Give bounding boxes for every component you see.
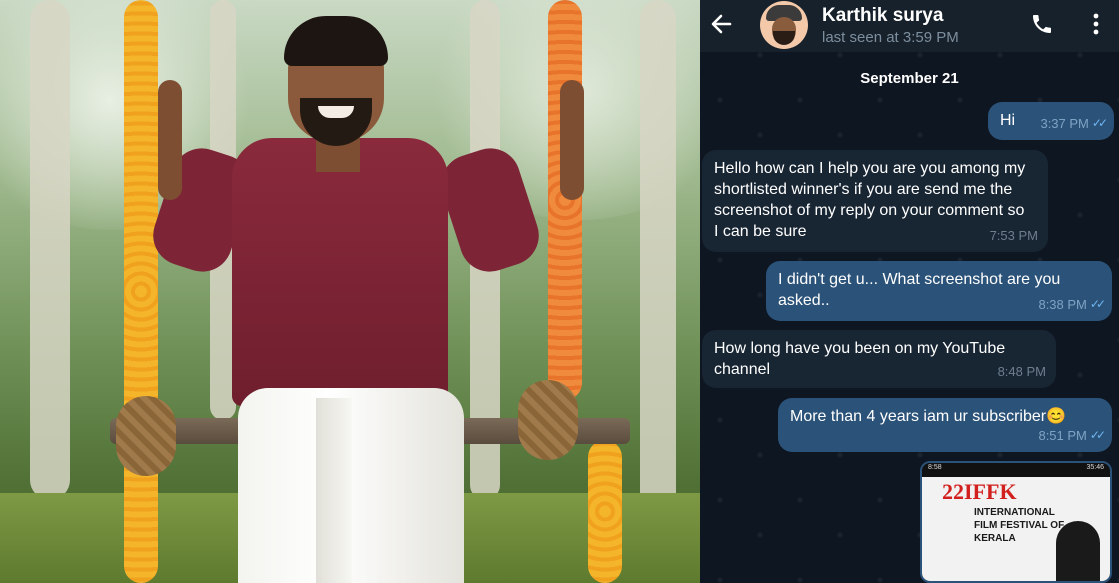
- message-meta: 3:37 PM ✓✓: [1040, 113, 1108, 134]
- message-text: How long have you been on my YouTube cha…: [714, 340, 1006, 378]
- date-divider: September 21: [860, 70, 959, 87]
- message-meta: 8:51 PM ✓✓: [1038, 425, 1106, 446]
- poster-figure: [1056, 521, 1100, 581]
- attachment-status-bar: 8:58 35:46: [922, 463, 1110, 477]
- poster-logo: 22IFFK: [942, 479, 1017, 504]
- message-time: 8:51 PM: [1038, 428, 1087, 443]
- chat-screen: Karthik surya last seen at 3:59 PM Septe…: [700, 0, 1119, 583]
- tree-trunk: [30, 0, 70, 500]
- message-text: Hi: [1000, 112, 1016, 129]
- message-outgoing[interactable]: More than 4 years iam ur subscriber😊 8:5…: [778, 398, 1112, 452]
- message-time: 8:48 PM: [997, 364, 1046, 379]
- message-time: 8:38 PM: [1038, 297, 1087, 312]
- avatar-beard: [773, 31, 795, 45]
- more-vertical-icon[interactable]: [1092, 12, 1100, 36]
- message-text: Hello how can I help you are you among m…: [714, 160, 1026, 240]
- avatar[interactable]: [760, 1, 808, 49]
- right-hand: [560, 80, 584, 200]
- maroon-shirt: [232, 138, 448, 406]
- message-time: 7:53 PM: [989, 228, 1038, 243]
- image-attachment[interactable]: 8:58 35:46 22IFFK INTERNATIONAL FILM FES…: [920, 461, 1112, 583]
- message-outgoing[interactable]: Hi 3:37 PM ✓✓: [988, 102, 1114, 140]
- message-text: I didn't get u... What screenshot are yo…: [778, 271, 1061, 309]
- double-check-icon: ✓✓: [1091, 116, 1108, 130]
- message-incoming[interactable]: Hello how can I help you are you among m…: [702, 150, 1048, 252]
- poster-line: KERALA: [974, 533, 1016, 544]
- right-arm: [433, 140, 547, 280]
- last-seen-status: last seen at 3:59 PM: [822, 29, 959, 46]
- attachment-status-time: 8:58: [928, 464, 942, 471]
- double-check-icon: ✓✓: [1089, 297, 1106, 311]
- flower-garland-left: [124, 0, 158, 583]
- left-hand: [158, 80, 182, 200]
- message-outgoing[interactable]: I didn't get u... What screenshot are yo…: [766, 261, 1112, 321]
- poster-line: INTERNATIONAL: [974, 507, 1055, 518]
- person: [145, 10, 620, 583]
- iffk-poster: 22IFFK INTERNATIONAL FILM FESTIVAL OF KE…: [922, 477, 1110, 581]
- attachment-status-right: 35:46: [1086, 464, 1104, 471]
- white-dhoti: [238, 388, 464, 583]
- message-incoming[interactable]: How long have you been on my YouTube cha…: [702, 330, 1056, 388]
- message-time: 3:37 PM: [1040, 116, 1089, 131]
- phone-icon[interactable]: [1030, 12, 1054, 36]
- message-meta: 8:48 PM: [998, 361, 1046, 382]
- back-arrow-icon[interactable]: [708, 10, 736, 38]
- contact-name[interactable]: Karthik surya: [822, 5, 943, 27]
- dhoti-fold: [316, 398, 352, 583]
- message-meta: 7:53 PM: [990, 225, 1038, 246]
- promo-photo: [0, 0, 700, 583]
- poster-line: FILM FESTIVAL OF: [974, 520, 1065, 531]
- hair: [284, 16, 388, 66]
- chat-header: Karthik surya last seen at 3:59 PM: [700, 0, 1119, 52]
- double-check-icon: ✓✓: [1089, 428, 1106, 442]
- tree-trunk: [640, 0, 676, 520]
- message-text: More than 4 years iam ur subscriber😊: [790, 408, 1067, 425]
- message-meta: 8:38 PM ✓✓: [1038, 294, 1106, 315]
